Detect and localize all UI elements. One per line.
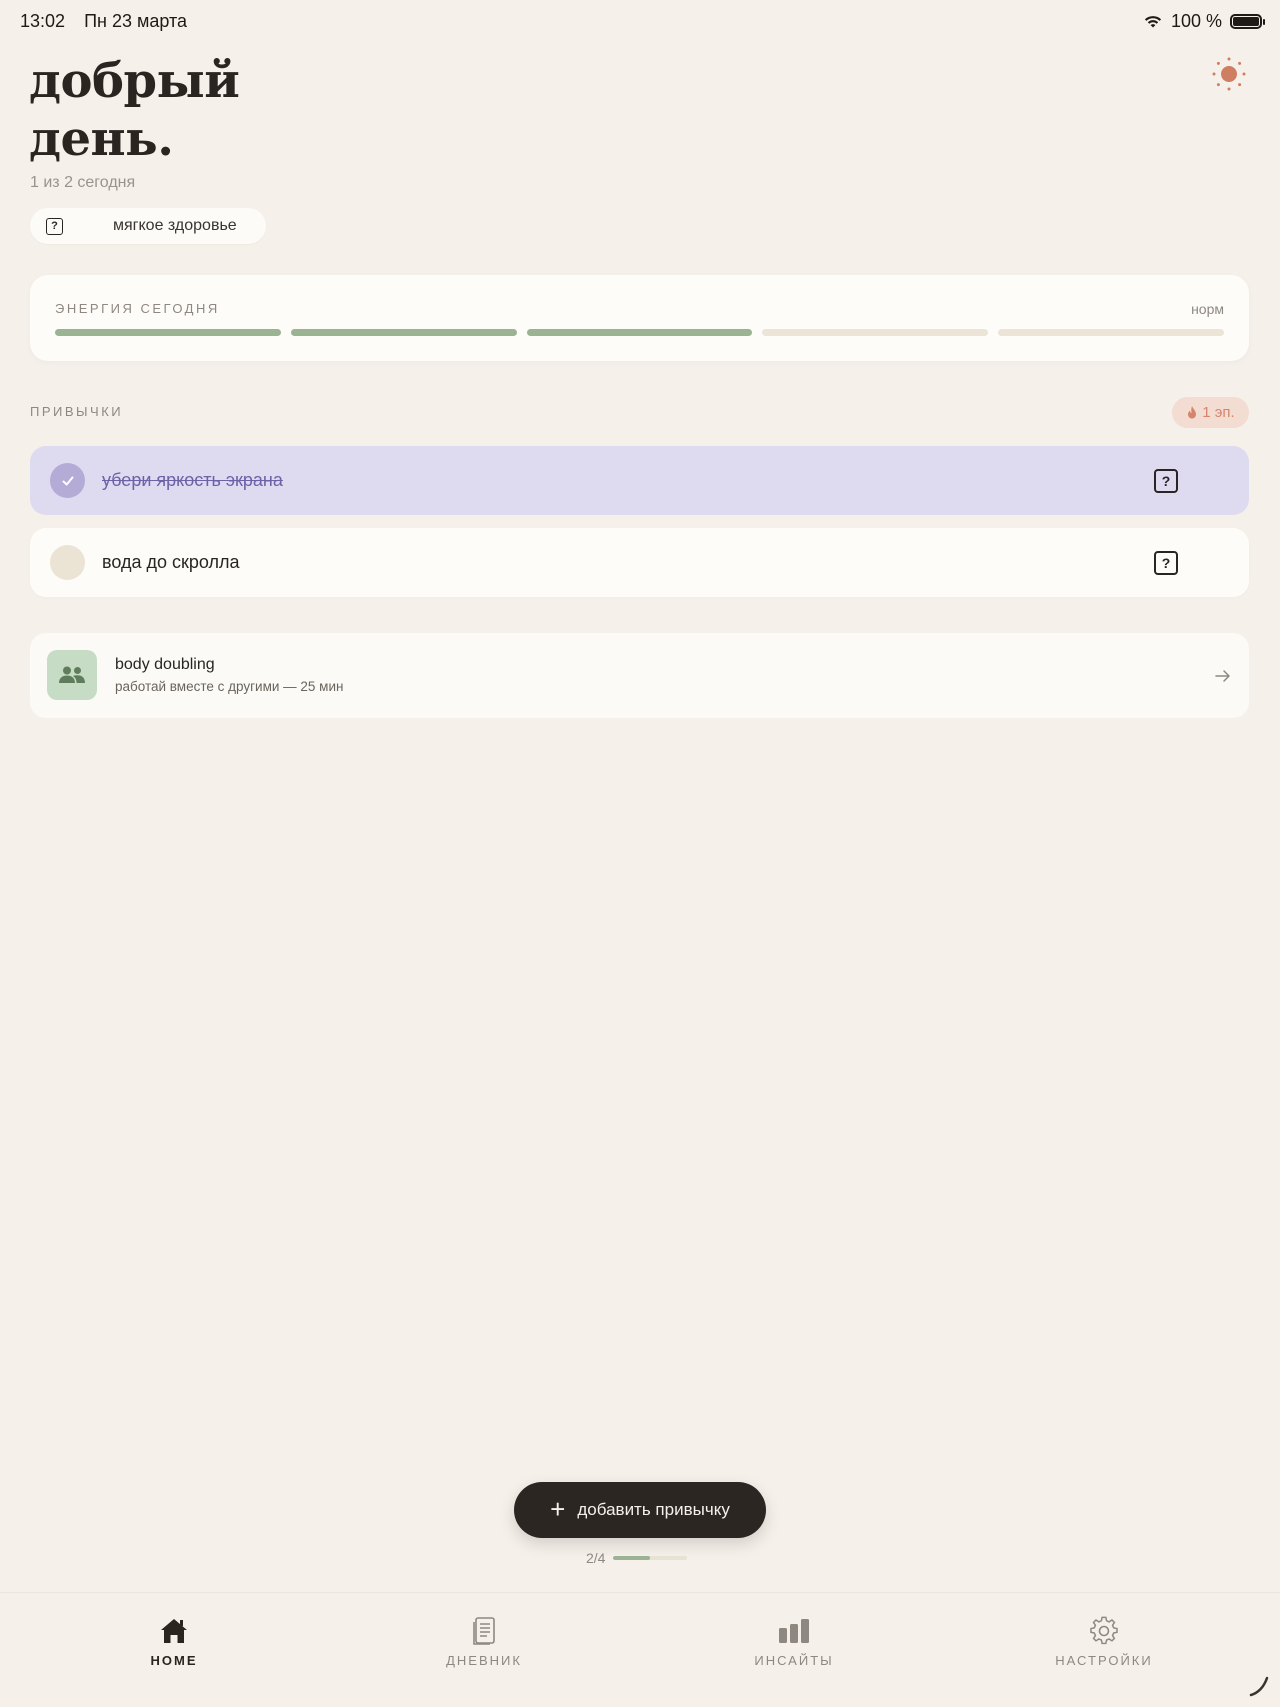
arrow-right-icon xyxy=(1215,670,1230,682)
tab-home[interactable]: HOME xyxy=(74,1615,274,1668)
habit-progress: 2/4 xyxy=(586,1550,688,1566)
tab-journal-label: ДНЕВНИК xyxy=(446,1653,522,1668)
body-doubling-card[interactable]: body doubling работай вместе с другими —… xyxy=(30,633,1249,718)
help-icon[interactable]: ? xyxy=(1154,550,1178,575)
status-left: 13:02 Пн 23 марта xyxy=(20,11,201,32)
habit-progress-fill xyxy=(613,1556,651,1560)
status-time: 13:02 xyxy=(20,10,66,31)
energy-segment-5[interactable] xyxy=(998,329,1224,336)
theme-toggle-button[interactable] xyxy=(1211,56,1247,92)
tab-settings-label: НАСТРОЙКИ xyxy=(1055,1653,1153,1668)
energy-segment-3[interactable] xyxy=(526,329,753,336)
journal-icon xyxy=(468,1615,500,1647)
battery-icon xyxy=(1230,13,1265,29)
habit-label: убери яркость экрана xyxy=(102,470,283,490)
home-screen: 13:02 Пн 23 марта 100 % добрый день. 1 и… xyxy=(0,0,1280,1707)
habit-progress-text: 2/4 xyxy=(586,1550,606,1566)
energy-meter[interactable] xyxy=(55,329,1224,336)
habits-section-title: ПРИВЫЧКИ xyxy=(30,404,124,419)
mode-chip[interactable]: ? мягкое здоровье xyxy=(30,208,266,244)
help-icon[interactable]: ? xyxy=(1154,468,1178,493)
wifi-icon xyxy=(1144,15,1162,27)
tab-insights[interactable]: ИНСАЙТЫ xyxy=(694,1615,894,1668)
energy-card[interactable]: ЭНЕРГИЯ СЕГОДНЯ норм xyxy=(30,275,1249,361)
status-right: 100 % xyxy=(1143,10,1265,32)
bar-chart-icon xyxy=(778,1615,810,1647)
habits-progress-subtitle: 1 из 2 сегодня xyxy=(30,174,136,191)
check-icon xyxy=(62,476,73,485)
streak-label: 1 эп. xyxy=(1202,404,1235,421)
sun-icon xyxy=(1212,57,1246,91)
habit-label: вода до скролла xyxy=(102,552,240,572)
body-doubling-title: body doubling xyxy=(115,656,215,673)
tab-home-label: HOME xyxy=(150,1653,198,1668)
tab-bar: HOME ДНЕВНИК ИНСАЙТЫ НАСТРОЙКИ xyxy=(0,1592,1280,1707)
body-doubling-subtitle: работай вместе с другими — 25 мин xyxy=(115,679,344,694)
habit-row[interactable]: вода до скролла ? xyxy=(30,528,1249,597)
energy-segment-1[interactable] xyxy=(55,329,281,336)
add-habit-button[interactable]: + добавить привычку xyxy=(514,1482,766,1538)
greeting-line-2: день. xyxy=(29,111,174,167)
mode-chip-label: мягкое здоровье xyxy=(113,217,237,234)
energy-segment-4[interactable] xyxy=(762,329,989,336)
energy-title: ЭНЕРГИЯ СЕГОДНЯ xyxy=(55,301,220,316)
habit-checkbox[interactable] xyxy=(50,545,85,580)
greeting-title: добрый день. xyxy=(29,52,429,168)
home-icon xyxy=(158,1615,190,1647)
habit-checkbox-checked[interactable] xyxy=(50,463,85,498)
status-date: Пн 23 марта xyxy=(84,10,188,31)
tab-settings[interactable]: НАСТРОЙКИ xyxy=(1004,1615,1204,1668)
resize-handle-icon[interactable] xyxy=(1248,1675,1270,1697)
help-icon: ? xyxy=(46,217,63,235)
flame-icon xyxy=(1188,406,1197,419)
add-habit-label: добавить привычку xyxy=(577,1500,730,1519)
tab-insights-label: ИНСАЙТЫ xyxy=(754,1653,834,1668)
streak-badge: 1 эп. xyxy=(1172,397,1249,428)
energy-value-label: норм xyxy=(1191,301,1224,317)
greeting-line-1: добрый xyxy=(29,53,240,109)
battery-percent: 100 % xyxy=(1170,10,1222,31)
gear-icon xyxy=(1088,1615,1120,1647)
habit-progress-track xyxy=(613,1556,688,1560)
energy-segment-2[interactable] xyxy=(290,329,517,336)
plus-icon: + xyxy=(550,1494,566,1524)
status-bar: 13:02 Пн 23 марта 100 % xyxy=(20,8,1265,34)
people-icon xyxy=(47,650,97,700)
habit-row[interactable]: убери яркость экрана ? xyxy=(30,446,1249,515)
tab-journal[interactable]: ДНЕВНИК xyxy=(384,1615,584,1668)
